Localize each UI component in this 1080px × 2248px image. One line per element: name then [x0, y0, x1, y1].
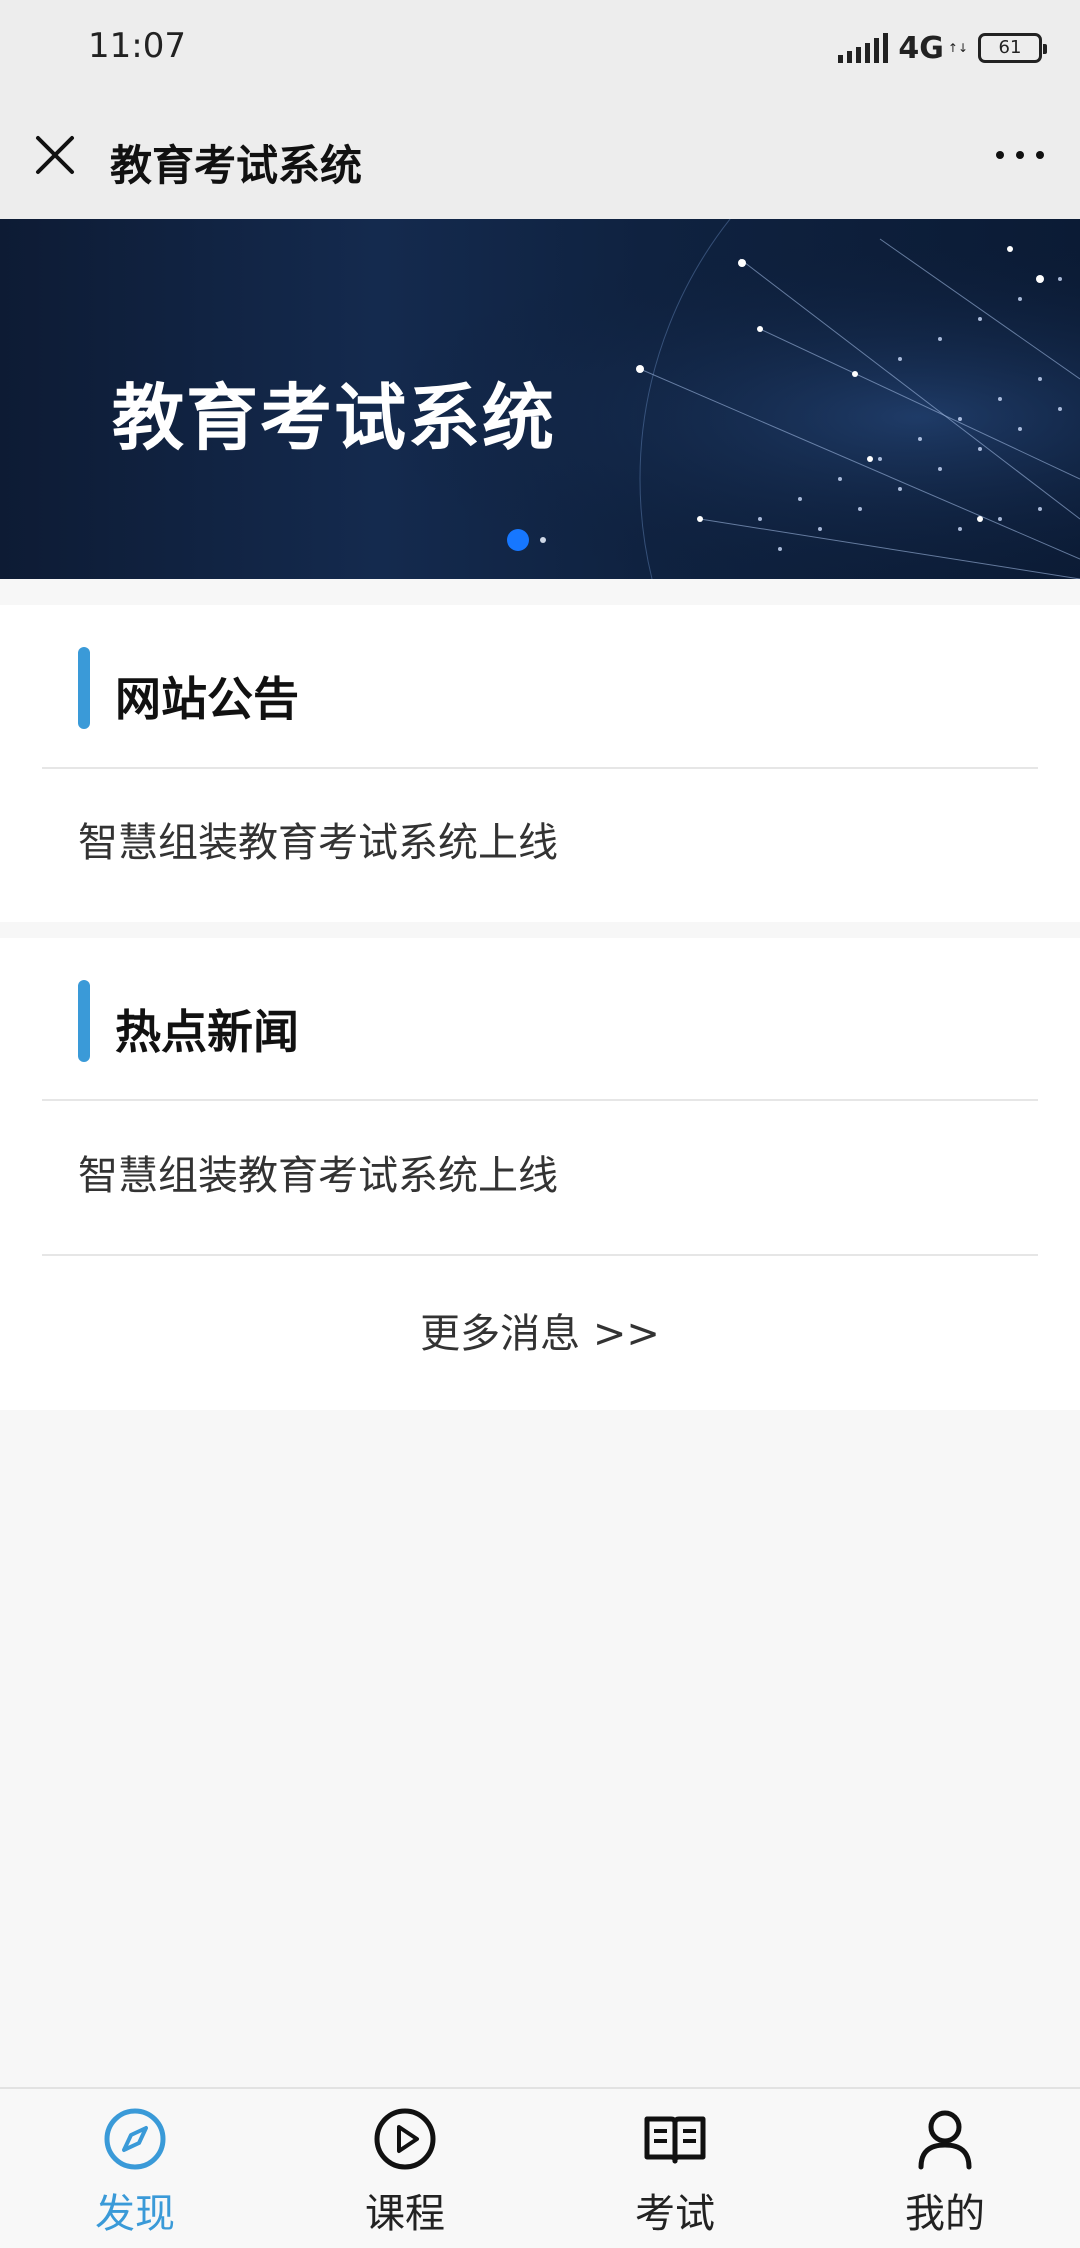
announcements-title: 网站公告: [115, 672, 299, 726]
signal-icon: [838, 33, 889, 63]
carousel-dot-active: [507, 529, 529, 551]
tab-label: 发现: [95, 2191, 175, 2237]
tab-label: 课程: [365, 2191, 445, 2237]
user-icon: [918, 2110, 972, 2170]
hot-news-title: 热点新闻: [115, 1005, 299, 1059]
battery-level: 61: [998, 37, 1022, 58]
hot-news-section: 热点新闻 智慧组装教育考试系统上线 更多消息 >>: [0, 938, 1080, 1410]
announcements-header: 网站公告: [0, 605, 1080, 765]
tab-label: 考试: [635, 2191, 715, 2237]
app-header: 教育考试系统: [0, 96, 1080, 219]
book-icon: [644, 2116, 706, 2164]
bottom-tab-bar: 发现 课程 考试 我的: [0, 2087, 1080, 2248]
tab-label: 我的: [905, 2191, 985, 2237]
status-bar: 11:07 4G ↑↓ 61: [0, 0, 1080, 96]
carousel-dot: [540, 537, 546, 543]
section-accent-bar: [78, 980, 90, 1062]
carousel-indicator[interactable]: [505, 528, 565, 552]
divider: [42, 1099, 1038, 1101]
close-icon[interactable]: [30, 130, 80, 180]
network-type: 4G: [898, 30, 944, 66]
news-item[interactable]: 智慧组装教育考试系统上线: [78, 1143, 558, 1201]
divider: [42, 767, 1038, 769]
banner-carousel[interactable]: 教育考试系统: [0, 219, 1080, 579]
status-indicators: 4G ↑↓ 61: [838, 28, 1047, 68]
play-circle-icon: [374, 2108, 436, 2170]
more-news-link[interactable]: 更多消息 >>: [0, 1301, 1080, 1359]
tab-mine[interactable]: 我的: [810, 2089, 1080, 2248]
announcement-item[interactable]: 智慧组装教育考试系统上线: [78, 810, 558, 868]
data-arrows-icon: ↑↓: [947, 41, 968, 55]
tab-exams[interactable]: 考试: [540, 2089, 810, 2248]
tab-discover[interactable]: 发现: [0, 2089, 270, 2248]
tab-courses[interactable]: 课程: [270, 2089, 540, 2248]
banner-title: 教育考试系统: [112, 376, 557, 460]
hot-news-header: 热点新闻: [0, 938, 1080, 1098]
battery-icon: 61: [978, 33, 1047, 63]
status-time: 11:07: [88, 26, 186, 66]
section-accent-bar: [78, 647, 90, 729]
compass-icon: [104, 2108, 166, 2170]
more-icon[interactable]: [990, 140, 1050, 170]
page-title: 教育考试系统: [110, 141, 363, 190]
divider: [42, 1254, 1038, 1256]
announcements-section: 网站公告 智慧组装教育考试系统上线: [0, 605, 1080, 922]
